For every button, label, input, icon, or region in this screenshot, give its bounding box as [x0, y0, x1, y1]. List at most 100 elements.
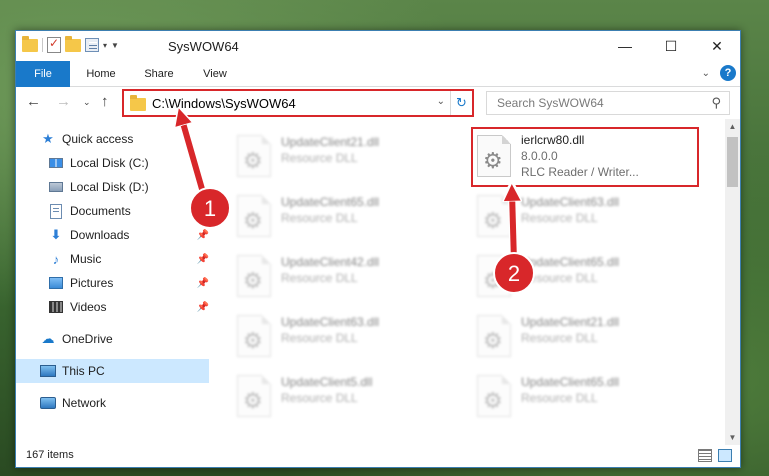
tiles-view-icon[interactable] [718, 449, 732, 462]
onedrive-icon: ☁ [41, 331, 55, 346]
refresh-icon[interactable]: ↻ [450, 91, 472, 115]
details-view-icon[interactable] [698, 449, 712, 462]
expand-ribbon-icon[interactable]: ⌄ [702, 68, 710, 79]
file-name: ierlcrw80.dll [521, 133, 585, 147]
item-count: 167 items [26, 449, 74, 461]
tab-share[interactable]: Share [132, 61, 186, 87]
sidebar-item-label: Local Disk (D:) [70, 180, 149, 194]
sidebar-item-onedrive[interactable]: ☁ OneDrive [16, 327, 209, 351]
sidebar-item-videos[interactable]: Videos 📌 [16, 295, 209, 319]
file-type: Resource DLL [281, 211, 358, 225]
file-tile[interactable]: UpdateClient65.dll Resource DLL [471, 249, 701, 305]
network-icon [40, 397, 56, 409]
minimize-button[interactable]: — [602, 31, 648, 61]
properties-icon[interactable] [85, 38, 99, 52]
sidebar-item-local-disk-c[interactable]: Local Disk (C:) [16, 151, 209, 175]
file-name: UpdateClient65.dll [521, 255, 620, 269]
title-bar: ▾ ▼ SysWOW64 — ☐ ✕ [16, 31, 740, 61]
file-tile[interactable]: UpdateClient63.dll Resource DLL [471, 189, 701, 245]
up-arrow-icon[interactable]: ↑ [101, 93, 109, 110]
pin-icon[interactable]: 📌 [197, 254, 209, 265]
file-version: 8.0.0.0 [521, 149, 558, 163]
sidebar-item-label: Music [70, 252, 102, 266]
this-pc-icon [40, 365, 56, 377]
vertical-scrollbar[interactable]: ▲ ▼ [725, 119, 740, 445]
ribbon-right-controls: ⌄ ? [702, 65, 736, 81]
sidebar-item-label: Local Disk (C:) [70, 156, 149, 170]
sidebar-item-label: Quick access [62, 132, 134, 146]
search-icon[interactable]: ⚲ [711, 95, 721, 111]
file-type: Resource DLL [281, 271, 358, 285]
dll-file-icon [477, 315, 511, 357]
dll-file-icon [237, 315, 271, 357]
file-name: UpdateClient21.dll [281, 135, 380, 149]
sidebar-item-documents[interactable]: Documents 📌 [16, 199, 209, 223]
dll-file-icon [237, 135, 271, 177]
sidebar-item-local-disk-d[interactable]: Local Disk (D:) [16, 175, 209, 199]
sidebar-item-this-pc[interactable]: This PC [16, 359, 209, 383]
music-icon: ♪ [52, 251, 60, 267]
file-tile[interactable]: UpdateClient65.dll Resource DLL [231, 189, 461, 245]
address-bar[interactable]: C:\Windows\SysWOW64 ⌄ ↻ [122, 89, 474, 117]
tab-view[interactable]: View [188, 61, 242, 87]
help-icon[interactable]: ? [720, 65, 736, 81]
pin-icon[interactable]: 📌 [197, 278, 209, 289]
dll-file-icon [477, 195, 511, 237]
sidebar-item-downloads[interactable]: ⬇ Downloads 📌 [16, 223, 209, 247]
new-folder-icon[interactable] [65, 35, 81, 52]
sidebar-item-label: Pictures [70, 276, 114, 290]
sidebar-item-pictures[interactable]: Pictures 📌 [16, 271, 209, 295]
dll-file-icon [237, 195, 271, 237]
sidebar-item-quick-access[interactable]: ★ Quick access [16, 127, 209, 151]
quick-access-toolbar: ▾ ▼ [22, 35, 119, 53]
tab-home[interactable]: Home [74, 61, 128, 87]
pin-icon[interactable]: 📌 [197, 206, 209, 217]
file-tile[interactable]: UpdateClient5.dll Resource DLL [231, 369, 461, 425]
scroll-thumb[interactable] [727, 137, 738, 187]
address-path[interactable]: C:\Windows\SysWOW64 [152, 96, 296, 111]
chevron-down-icon[interactable]: ⌄ [437, 96, 445, 107]
back-arrow-icon[interactable]: ← [26, 93, 41, 110]
chevron-down-icon[interactable]: ▾ [103, 41, 107, 50]
address-row: ← → ⌄ ↑ C:\Windows\SysWOW64 ⌄ ↻ Search S… [16, 87, 740, 119]
file-tile[interactable]: UpdateClient63.dll Resource DLL [231, 309, 461, 365]
dll-file-icon [237, 255, 271, 297]
file-type: Resource DLL [521, 391, 598, 405]
documents-icon [50, 203, 62, 219]
sidebar-item-label: Videos [70, 300, 107, 314]
forward-arrow-icon[interactable]: → [56, 93, 71, 110]
tab-file[interactable]: File [16, 61, 70, 87]
file-tile[interactable]: UpdateClient42.dll Resource DLL [231, 249, 461, 305]
file-type: Resource DLL [281, 151, 358, 165]
maximize-button[interactable]: ☐ [648, 31, 694, 61]
properties-check-icon[interactable] [47, 36, 61, 53]
navigation-pane: ★ Quick access Local Disk (C:) Local Dis… [16, 119, 209, 445]
file-name: UpdateClient63.dll [281, 315, 380, 329]
sidebar-item-music[interactable]: ♪ Music 📌 [16, 247, 209, 271]
scroll-down-icon[interactable]: ▼ [725, 430, 740, 445]
folder-icon [130, 95, 146, 111]
close-button[interactable]: ✕ [694, 31, 740, 61]
recent-locations-icon[interactable]: ⌄ [83, 97, 91, 108]
window-controls: — ☐ ✕ [602, 31, 740, 61]
downloads-icon: ⬇ [50, 227, 62, 242]
file-type: Resource DLL [281, 331, 358, 345]
sidebar-item-network[interactable]: Network [16, 391, 209, 415]
scroll-up-icon[interactable]: ▲ [725, 119, 740, 134]
file-tile[interactable]: UpdateClient21.dll Resource DLL [231, 129, 461, 185]
videos-icon [49, 301, 63, 313]
toolbar-divider [42, 38, 43, 52]
file-tile[interactable]: UpdateClient65.dll Resource DLL [471, 369, 701, 425]
pictures-icon [49, 277, 63, 289]
search-input[interactable]: Search SysWOW64 ⚲ [486, 91, 730, 115]
file-type: Resource DLL [281, 391, 358, 405]
folder-icon [22, 35, 38, 52]
file-type: Resource DLL [521, 331, 598, 345]
file-tile-ierlcrw80[interactable]: ierlcrw80.dll 8.0.0.0 RLC Reader / Write… [471, 127, 699, 187]
pin-icon[interactable]: 📌 [197, 302, 209, 313]
file-name: UpdateClient42.dll [281, 255, 380, 269]
pin-icon[interactable]: 📌 [197, 230, 209, 241]
customize-toolbar-icon[interactable]: ▼ [111, 41, 119, 50]
file-tile[interactable]: UpdateClient21.dll Resource DLL [471, 309, 701, 365]
dll-file-icon [477, 135, 511, 177]
